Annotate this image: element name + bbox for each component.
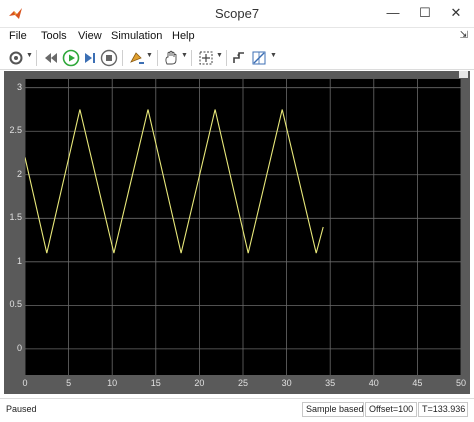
stop-icon[interactable] (100, 49, 118, 67)
x-tick-label: 5 (66, 378, 72, 388)
pan-dropdown-icon[interactable]: ▼ (181, 52, 188, 59)
y-tick-label: 0.5 (9, 299, 22, 310)
highlight-icon[interactable] (128, 49, 146, 67)
simulation-state: Paused (6, 404, 37, 414)
step-forward-icon[interactable] (82, 49, 98, 67)
x-tick-label: 0 (22, 378, 28, 388)
x-tick-label: 30 (281, 378, 292, 388)
y-tick-label: 3 (16, 81, 22, 92)
close-button[interactable]: ✕ (438, 0, 474, 28)
plot-axes[interactable] (25, 79, 461, 375)
menu-tools[interactable]: Tools (41, 30, 67, 42)
toolbar-separator (226, 50, 227, 66)
time-value: T=133.936 (418, 402, 468, 417)
toolbar-separator (191, 50, 192, 66)
menu-simulation[interactable]: Simulation (111, 30, 162, 42)
run-icon[interactable] (62, 49, 80, 67)
highlight-dropdown-icon[interactable]: ▼ (146, 52, 153, 59)
toolbar-separator (122, 50, 123, 66)
y-tick-label: 0 (16, 342, 22, 353)
x-tick-label: 40 (368, 378, 379, 388)
zoom-icon[interactable] (197, 49, 215, 67)
y-tick-label: 2.5 (9, 125, 22, 136)
title-bar: Scope7 — ☐ ✕ (0, 0, 474, 28)
x-tick-label: 50 (455, 378, 466, 388)
toolbar-separator (157, 50, 158, 66)
pan-icon[interactable] (162, 49, 180, 67)
menu-bar: File Tools View Simulation Help ⇲ (0, 28, 474, 46)
sample-mode: Sample based (302, 402, 364, 417)
y-tick-label: 1.5 (9, 212, 22, 223)
status-bar: Paused Sample based Offset=100 T=133.936 (0, 398, 474, 422)
y-tick-label: 1 (16, 255, 22, 266)
settings-icon[interactable] (8, 49, 24, 67)
x-tick-label: 35 (325, 378, 336, 388)
settings-dropdown-icon[interactable]: ▼ (26, 52, 33, 59)
toolbar: ▼ ▼ ▼ ▼ ▼ (0, 46, 474, 70)
undock-icon[interactable]: ⇲ (460, 30, 468, 41)
y-tick-label: 2 (16, 168, 22, 179)
restore-layout-icon[interactable] (459, 71, 468, 78)
minimize-button[interactable]: — (378, 0, 408, 28)
measurements-dropdown-icon[interactable]: ▼ (270, 52, 277, 59)
x-tick-label: 45 (412, 378, 423, 388)
menu-help[interactable]: Help (172, 30, 195, 42)
toolbar-separator (36, 50, 37, 66)
scope-display: 0 5 10 15 20 25 30 35 40 45 50 0 0.5 1 1.5 2 2.5 3 (4, 71, 470, 394)
triggers-icon[interactable] (231, 49, 247, 67)
x-tick-label: 20 (194, 378, 205, 388)
step-back-icon[interactable] (42, 49, 60, 67)
cursor-measurements-icon[interactable] (250, 49, 268, 67)
x-tick-label: 25 (237, 378, 248, 388)
menu-file[interactable]: File (9, 30, 27, 42)
plot-canvas (25, 79, 461, 375)
x-tick-label: 10 (107, 378, 118, 388)
offset-value: Offset=100 (365, 402, 417, 417)
menu-view[interactable]: View (78, 30, 102, 42)
x-tick-label: 15 (150, 378, 161, 388)
zoom-dropdown-icon[interactable]: ▼ (216, 52, 223, 59)
maximize-button[interactable]: ☐ (410, 0, 440, 28)
